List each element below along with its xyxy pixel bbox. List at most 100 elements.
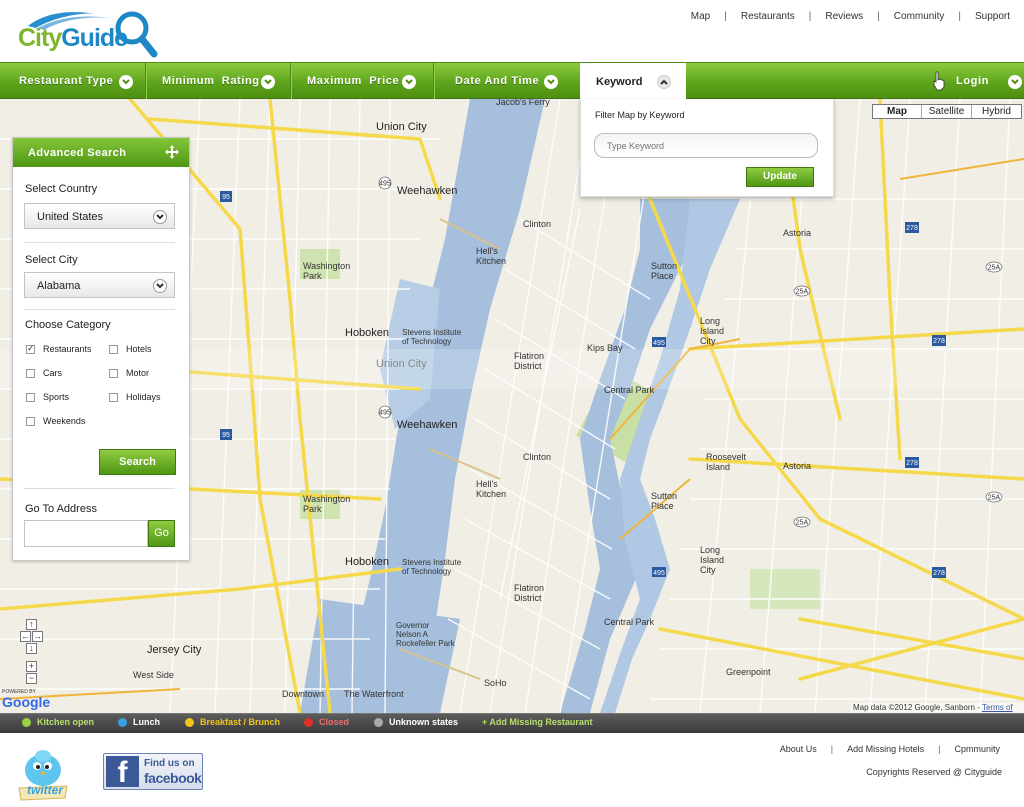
map-label: Union City bbox=[376, 358, 427, 370]
keyword-input[interactable] bbox=[594, 133, 818, 158]
chevron-down-icon bbox=[153, 210, 167, 224]
login-button[interactable]: Login bbox=[956, 63, 1022, 99]
logo[interactable]: CityGuide bbox=[18, 6, 158, 58]
svg-text:95: 95 bbox=[222, 432, 230, 439]
pan-right-icon[interactable]: → bbox=[32, 631, 43, 642]
category-restaurants[interactable]: Restaurants bbox=[26, 343, 92, 354]
google-logo[interactable]: Google bbox=[2, 694, 50, 710]
divider bbox=[24, 242, 175, 243]
checkbox[interactable] bbox=[26, 416, 35, 426]
facebook-icon: f bbox=[106, 756, 139, 789]
checkbox[interactable] bbox=[109, 344, 118, 354]
advanced-search-panel: Advanced Search Select Country United St… bbox=[12, 137, 190, 561]
address-input[interactable] bbox=[24, 520, 148, 547]
move-icon[interactable] bbox=[165, 145, 179, 159]
city-select[interactable]: Alabama bbox=[24, 272, 175, 298]
checkbox[interactable] bbox=[26, 343, 35, 354]
copyright-text: Copyrights Reserved @ Cityguide bbox=[866, 767, 1002, 777]
zoom-in-icon[interactable]: + bbox=[26, 661, 37, 672]
map-type-switch: Map Satellite Hybrid bbox=[872, 104, 1022, 119]
pan-down-icon[interactable]: ↓ bbox=[26, 643, 37, 654]
svg-text:278: 278 bbox=[906, 460, 918, 467]
map-label: Washington Park bbox=[303, 494, 351, 514]
map-label: Hoboken bbox=[345, 556, 390, 568]
chevron-down-icon bbox=[261, 75, 275, 89]
add-missing-restaurant-link[interactable]: + Add Missing Restaurant bbox=[482, 717, 592, 727]
nav-date-and-time[interactable]: Date And Time bbox=[435, 63, 580, 99]
map-label: Clinton bbox=[523, 452, 552, 462]
category-cars[interactable]: Cars bbox=[26, 368, 62, 378]
legend-dot-icon bbox=[118, 717, 127, 727]
map-label: Flatiron District bbox=[514, 583, 545, 603]
select-city-label: Select City bbox=[25, 254, 78, 266]
map-label: Hell's Kitchen bbox=[476, 246, 507, 266]
toplink-map[interactable]: Map bbox=[691, 11, 710, 22]
category-hotels[interactable]: Hotels bbox=[109, 344, 152, 354]
pan-left-icon[interactable]: ← bbox=[20, 631, 31, 642]
svg-text:495: 495 bbox=[653, 340, 665, 347]
footer-link-about-us[interactable]: About Us bbox=[780, 744, 817, 754]
toplink-restaurants[interactable]: Restaurants bbox=[741, 11, 795, 22]
nav-maximum-price[interactable]: Maximum Price bbox=[292, 63, 434, 99]
chevron-down-icon bbox=[1008, 75, 1022, 89]
pointer-hand-icon bbox=[933, 71, 945, 91]
checkbox[interactable] bbox=[26, 392, 35, 402]
map-label: Jacob's Ferry bbox=[496, 99, 550, 107]
footer-links: About Us | Add Missing Hotels | Cpmmunity bbox=[779, 744, 1000, 754]
map-label: Stevens Institute of Technology bbox=[402, 558, 462, 576]
map-zoom-controls: ↑ ← → ↓ + − bbox=[20, 619, 44, 689]
twitter-link[interactable]: twitter bbox=[15, 742, 71, 802]
footer-link-add-missing-hotels[interactable]: Add Missing Hotels bbox=[847, 744, 924, 754]
toplink-community[interactable]: Community bbox=[894, 11, 945, 22]
nav-keyword-tab[interactable]: Keyword bbox=[580, 63, 686, 100]
map-label: Governor Nelson A Rockefeller Park bbox=[396, 621, 455, 648]
divider bbox=[24, 488, 175, 489]
category-sports[interactable]: Sports bbox=[26, 392, 69, 402]
checkbox[interactable] bbox=[26, 368, 35, 378]
divider bbox=[24, 309, 175, 310]
category-weekends[interactable]: Weekends bbox=[26, 416, 85, 426]
go-button[interactable]: Go bbox=[148, 520, 175, 547]
map-label: Roosevelt Island bbox=[706, 452, 747, 472]
toplink-support[interactable]: Support bbox=[975, 11, 1010, 22]
map-label: Greenpoint bbox=[726, 667, 771, 677]
map-label: Jersey City bbox=[147, 644, 202, 656]
pan-up-icon[interactable]: ↑ bbox=[26, 619, 37, 630]
category-motor[interactable]: Motor bbox=[109, 368, 149, 378]
search-button[interactable]: Search bbox=[99, 449, 176, 475]
svg-text:495: 495 bbox=[653, 570, 665, 577]
map-label: Astoria bbox=[783, 228, 812, 238]
map-label: Stevens Institute of Technology bbox=[402, 328, 462, 346]
map-label: Downtown bbox=[282, 689, 325, 699]
legend-closed: Closed bbox=[304, 717, 349, 727]
maptype-hybrid-button[interactable]: Hybrid bbox=[971, 105, 1021, 118]
footer-link-community[interactable]: Cpmmunity bbox=[954, 744, 1000, 754]
checkbox[interactable] bbox=[109, 368, 118, 378]
country-select[interactable]: United States bbox=[24, 203, 175, 229]
map-label: Hoboken bbox=[345, 327, 390, 339]
legend-dot-icon bbox=[374, 717, 383, 727]
advanced-search-header[interactable]: Advanced Search bbox=[13, 138, 189, 167]
maptype-map-button[interactable]: Map bbox=[873, 105, 921, 118]
chevron-down-icon bbox=[544, 75, 558, 89]
logo-part1: City bbox=[18, 24, 62, 52]
header: CityGuide Map | Restaurants | Reviews | Com… bbox=[0, 0, 1024, 62]
update-button[interactable]: Update bbox=[746, 167, 814, 187]
nav-restaurant-type[interactable]: Restaurant Type bbox=[0, 63, 146, 99]
map-label: Flatiron District bbox=[514, 351, 545, 371]
map-label: Central Park bbox=[604, 385, 655, 395]
legend-breakfast-brunch: Breakfast / Brunch bbox=[185, 717, 280, 727]
zoom-out-icon[interactable]: − bbox=[26, 673, 37, 684]
toplink-reviews[interactable]: Reviews bbox=[825, 11, 863, 22]
legend-dot-icon bbox=[185, 717, 194, 727]
facebook-link[interactable]: f Find us on facebook bbox=[103, 753, 203, 790]
svg-text:25A: 25A bbox=[796, 520, 809, 527]
checkbox[interactable] bbox=[109, 392, 118, 402]
legend-bar: Kitchen open Lunch Breakfast / Brunch Cl… bbox=[0, 713, 1024, 733]
map-label: Central Park bbox=[604, 617, 655, 627]
svg-text:278: 278 bbox=[933, 338, 945, 345]
category-holidays[interactable]: Holidays bbox=[109, 392, 161, 402]
chevron-down-icon bbox=[402, 75, 416, 89]
nav-minimum-rating[interactable]: Minimum Rating bbox=[147, 63, 291, 99]
maptype-satellite-button[interactable]: Satellite bbox=[921, 105, 971, 118]
